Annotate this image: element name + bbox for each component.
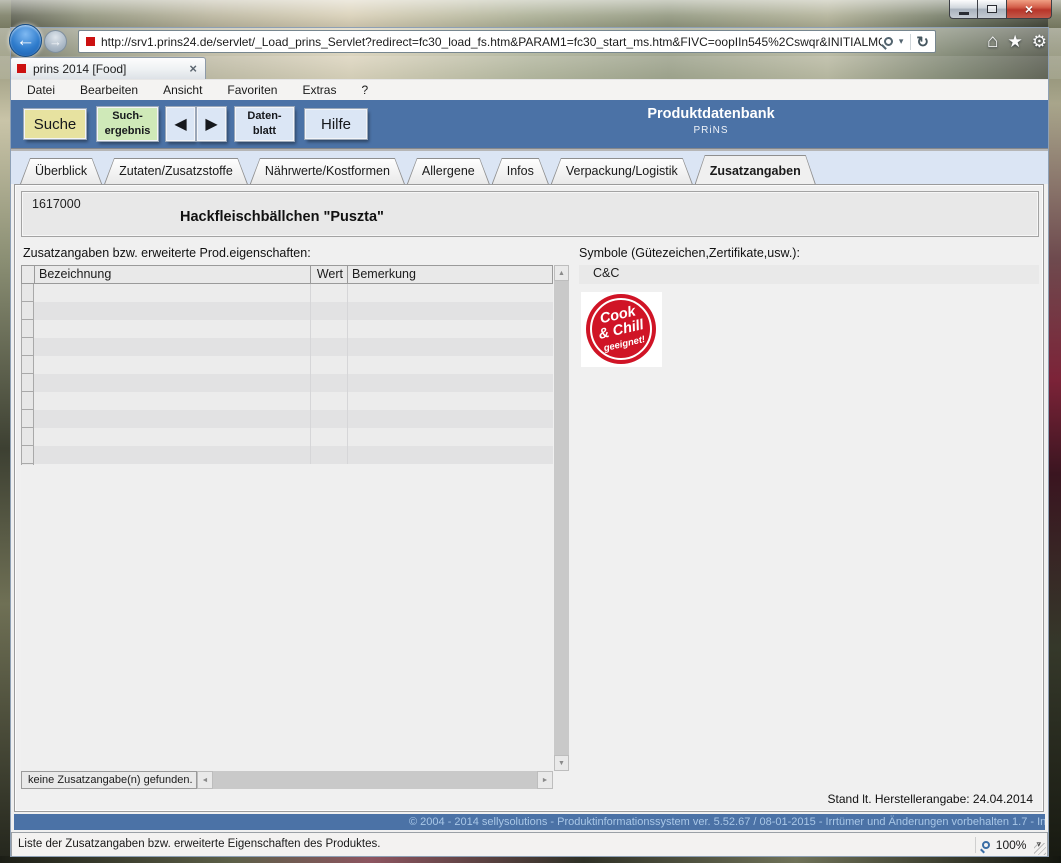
browser-tab[interactable]: prins 2014 [Food] × xyxy=(10,57,206,79)
menu-bar: Datei Bearbeiten Ansicht Favoriten Extra… xyxy=(11,79,1048,100)
menu-hilfe[interactable]: ? xyxy=(361,83,368,97)
zoom-magnifier-icon[interactable] xyxy=(982,841,990,849)
attributes-table-header: Bezeichnung Wert Bemerkung xyxy=(21,265,553,284)
maximize-button[interactable] xyxy=(978,0,1006,19)
favorites-icon[interactable]: ★ xyxy=(1008,33,1023,50)
datenblatt-button[interactable]: Daten- blatt xyxy=(235,107,294,141)
prev-arrow-icon: ◀ xyxy=(174,114,186,134)
suchergebnis-button[interactable]: Such- ergebnis xyxy=(97,107,158,141)
row-handles xyxy=(21,284,34,465)
minimize-icon xyxy=(959,12,969,15)
zoom-control[interactable]: 100% ▾ xyxy=(975,833,1041,856)
scroll-left-button[interactable]: ◄ xyxy=(197,771,213,789)
status-text: Liste der Zusatzangaben bzw. erweiterte … xyxy=(18,838,380,850)
window-frame-bottom xyxy=(0,856,1061,863)
search-icon[interactable] xyxy=(884,37,893,46)
forward-icon: → xyxy=(49,34,62,49)
status-bar: Liste der Zusatzangaben bzw. erweiterte … xyxy=(11,832,1048,857)
home-icon[interactable]: ⌂ xyxy=(987,32,998,51)
autocomplete-caret-icon[interactable]: ▾ xyxy=(899,36,904,47)
app-footer: © 2004 - 2014 sellysolutions - Produktin… xyxy=(14,814,1045,830)
close-icon: × xyxy=(1025,2,1033,16)
horizontal-scrollbar[interactable] xyxy=(213,771,537,789)
divider xyxy=(975,837,976,853)
tools-gear-icon[interactable]: ⚙ xyxy=(1032,33,1047,50)
menu-bearbeiten[interactable]: Bearbeiten xyxy=(80,83,138,97)
tab-zusatzangaben[interactable]: Zusatzangaben xyxy=(695,155,816,184)
cook-and-chill-badge: Cook & Chill geeignet! xyxy=(581,292,662,367)
tab-ueberblick[interactable]: Überblick xyxy=(20,158,102,184)
forward-button[interactable]: → xyxy=(44,30,67,53)
suche-button[interactable]: Suche xyxy=(24,109,86,139)
menu-datei[interactable]: Datei xyxy=(27,83,55,97)
navigation-bar: ← → http://srv1.prins24.de/servlet/_Load… xyxy=(0,28,1061,56)
back-button[interactable]: ← xyxy=(9,24,42,57)
app-tab-strip: Überblick Zutaten/Zusatzstoffe Nährwerte… xyxy=(11,151,1048,184)
attributes-heading: Zusatzangaben bzw. erweiterte Prod.eigen… xyxy=(23,246,311,260)
tab-close-icon[interactable]: × xyxy=(187,61,199,76)
badge-circle-icon: Cook & Chill geeignet! xyxy=(586,294,656,364)
app-title: Produktdatenbank xyxy=(551,106,871,122)
tab-naehrwerte-kostformen[interactable]: Nährwerte/Kostformen xyxy=(250,158,405,184)
refresh-icon[interactable]: ↻ xyxy=(916,33,929,51)
product-header-box: 1617000 Hackfleischbällchen "Puszta" xyxy=(21,191,1039,237)
url-text[interactable]: http://srv1.prins24.de/servlet/_Load_pri… xyxy=(101,35,882,49)
site-favicon xyxy=(86,37,95,46)
scroll-down-button[interactable]: ▼ xyxy=(554,755,569,771)
divider xyxy=(910,34,911,50)
hilfe-button[interactable]: Hilfe xyxy=(305,109,367,139)
page-viewport: Suche Such- ergebnis ◀ ▶ Daten- blatt Hi… xyxy=(11,100,1048,832)
column-wert[interactable]: Wert xyxy=(311,266,348,283)
scroll-right-button[interactable]: ► xyxy=(537,771,553,789)
empty-result-message: keine Zusatzangabe(n) gefunden. xyxy=(21,771,197,789)
scroll-up-icon: ▲ xyxy=(558,270,565,277)
browser-tab-band: prins 2014 [Food] × xyxy=(0,56,1061,79)
app-subtitle: PRiNS xyxy=(551,125,871,136)
menu-ansicht[interactable]: Ansicht xyxy=(163,83,202,97)
window-frame-right xyxy=(1048,0,1061,863)
next-record-button[interactable]: ▶ xyxy=(197,107,226,141)
menu-extras[interactable]: Extras xyxy=(302,83,336,97)
previous-record-button[interactable]: ◀ xyxy=(166,107,195,141)
tab-favicon xyxy=(17,64,26,73)
scroll-left-icon: ◄ xyxy=(202,777,209,784)
browser-window: × ← → http://srv1.prins24.de/servlet/_Lo… xyxy=(0,0,1061,863)
scroll-down-icon: ▼ xyxy=(558,760,565,767)
close-button[interactable]: × xyxy=(1006,0,1052,19)
menu-favoriten[interactable]: Favoriten xyxy=(227,83,277,97)
vertical-scrollbar[interactable]: ▲ ▼ xyxy=(554,265,569,771)
tab-verpackung-logistik[interactable]: Verpackung/Logistik xyxy=(551,158,693,184)
product-id: 1617000 xyxy=(32,197,81,211)
stand-date: Stand lt. Herstellerangabe: 24.04.2014 xyxy=(828,792,1033,806)
back-icon: ← xyxy=(16,30,35,52)
maximize-icon xyxy=(987,5,997,13)
copyright-text: © 2004 - 2014 sellysolutions - Produktin… xyxy=(409,816,1045,828)
column-bemerkung[interactable]: Bemerkung xyxy=(348,266,552,283)
scroll-up-button[interactable]: ▲ xyxy=(554,265,569,281)
symbols-heading: Symbole (Gütezeichen,Zertifikate,usw.): xyxy=(579,246,800,260)
minimize-button[interactable] xyxy=(949,0,978,19)
window-frame-left xyxy=(0,0,11,863)
zoom-level[interactable]: 100% xyxy=(996,838,1027,852)
next-arrow-icon: ▶ xyxy=(205,114,217,134)
app-toolbar: Suche Such- ergebnis ◀ ▶ Daten- blatt Hi… xyxy=(11,100,1048,148)
row-selector-column xyxy=(22,266,35,283)
content-panel: 1617000 Hackfleischbällchen "Puszta" Zus… xyxy=(14,184,1044,812)
product-name: Hackfleischbällchen "Puszta" xyxy=(180,209,384,225)
empty-rows xyxy=(21,284,553,464)
window-controls: × xyxy=(949,0,1052,19)
tab-title: prins 2014 [Food] xyxy=(33,62,187,76)
tab-allergene[interactable]: Allergene xyxy=(407,158,490,184)
address-bar[interactable]: http://srv1.prins24.de/servlet/_Load_pri… xyxy=(78,30,936,53)
column-bezeichnung[interactable]: Bezeichnung xyxy=(35,266,311,283)
symbol-list-item[interactable]: C&C xyxy=(579,265,1039,284)
tab-infos[interactable]: Infos xyxy=(492,158,549,184)
scroll-right-icon: ► xyxy=(542,777,549,784)
title-bar[interactable]: × xyxy=(0,0,1061,28)
resize-grip[interactable] xyxy=(1034,843,1046,855)
tab-zutaten-zusatzstoffe[interactable]: Zutaten/Zusatzstoffe xyxy=(104,158,248,184)
attributes-table-body xyxy=(21,284,553,771)
